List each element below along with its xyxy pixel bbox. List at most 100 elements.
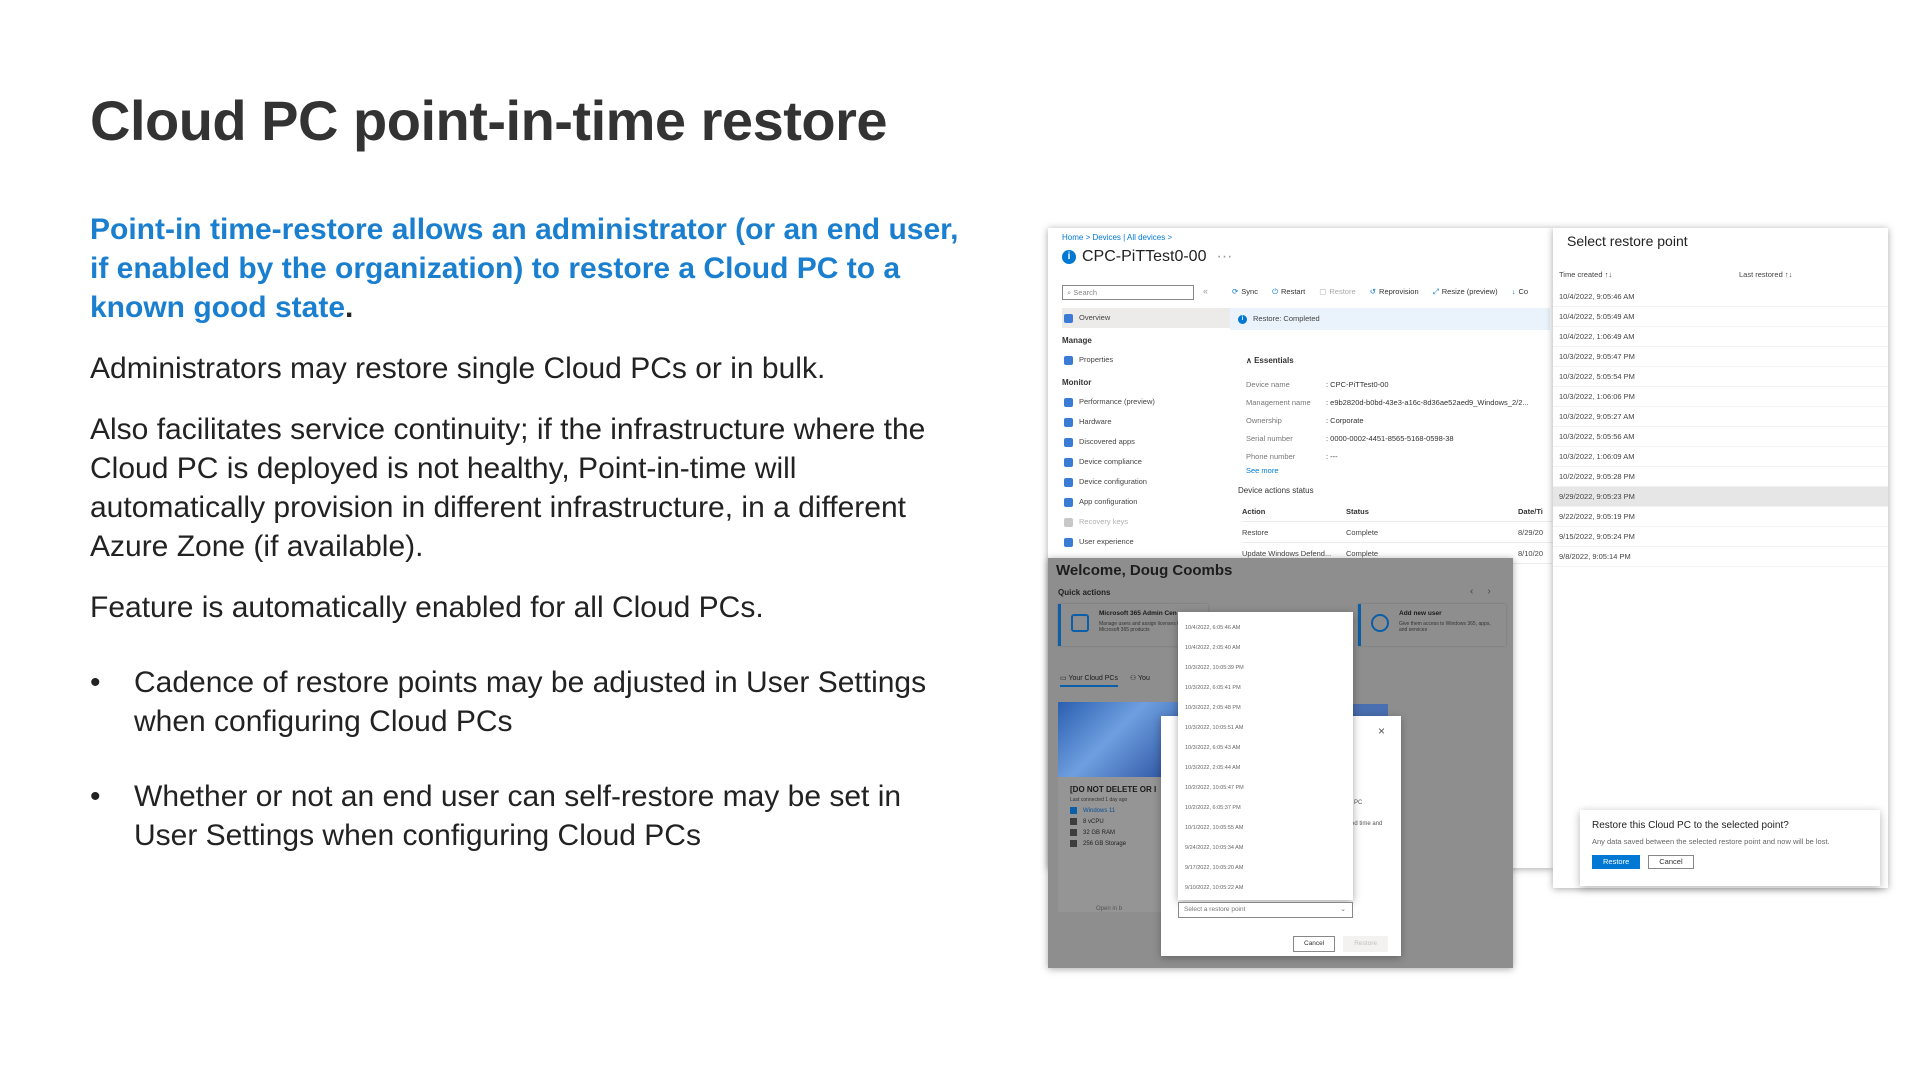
confirm-restore-button[interactable]: Restore (1592, 855, 1641, 869)
nav-item-device-configuration[interactable]: Device configuration (1062, 472, 1234, 492)
tab-your-cloud-pcs[interactable]: ▭ Your Cloud PCs (1060, 674, 1118, 687)
open-in-browser-button[interactable]: Open in b (1096, 906, 1122, 912)
nav-item-overview[interactable]: Overview (1062, 308, 1234, 328)
portal-tabs: ▭ Your Cloud PCs ⚇ You (1060, 674, 1160, 687)
info-icon: i (1062, 249, 1076, 264)
sync-button[interactable]: ⟳ Sync (1232, 287, 1258, 296)
nav-item-app-configuration[interactable]: App configuration (1062, 492, 1234, 512)
dropdown-option[interactable]: 10/4/2022, 2:05:40 AM (1178, 638, 1353, 658)
field-value: : Corporate (1326, 416, 1364, 425)
reprovision-button[interactable]: ↺ Reprovision (1370, 287, 1419, 296)
column-header: Status (1346, 507, 1369, 516)
people-icon: ⚇ (1129, 675, 1139, 682)
blade-title: Select restore point (1567, 233, 1688, 249)
restore-point-row[interactable]: 10/3/2022, 9:05:27 AM (1553, 407, 1888, 427)
field-label: Phone number (1246, 452, 1296, 461)
restore-point-row[interactable]: 10/2/2022, 9:05:28 PM (1553, 467, 1888, 487)
bullet-item: Cadence of restore points may be adjuste… (90, 663, 970, 741)
ram-icon (1070, 829, 1077, 837)
field-value: : 0000-0002-4451-8565-5168-0598-38 (1326, 434, 1454, 443)
hardware-icon (1064, 417, 1073, 427)
info-icon: i (1238, 314, 1247, 324)
field-label: Device name (1246, 380, 1290, 389)
see-more-link[interactable]: See more (1246, 466, 1279, 475)
lead-text: Point-in time-restore allows an administ… (90, 213, 959, 324)
restore-point-row[interactable]: 10/3/2022, 1:06:09 AM (1553, 447, 1888, 467)
restart-button[interactable]: ⏻ Restart (1272, 287, 1305, 296)
dropdown-option[interactable]: 10/3/2022, 6:05:43 AM (1178, 738, 1353, 758)
device-actions-table: Action Status Date/Ti Restore Complete 8/29/… (1242, 501, 1552, 564)
dropdown-option[interactable]: 10/3/2022, 10:05:51 AM (1178, 718, 1353, 738)
restore-button: Restore (1343, 936, 1388, 952)
more-commands-button[interactable]: ↓ Co (1512, 287, 1528, 296)
restore-point-row[interactable]: 10/3/2022, 1:06:06 PM (1553, 387, 1888, 407)
nav-item-user-experience[interactable]: User experience (1062, 532, 1234, 552)
more-options-icon[interactable]: ··· (1216, 248, 1232, 265)
status-banner: i Restore: Completed (1230, 308, 1550, 330)
restore-point-row[interactable]: 9/8/2022, 9:05:14 PM (1553, 547, 1888, 567)
paragraph-continuity: Also facilitates service continuity; if … (90, 413, 926, 563)
user-experience-icon (1064, 537, 1073, 547)
essentials-row: Ownership: Corporate (1246, 412, 1556, 430)
dropdown-option[interactable]: 10/2/2022, 6:05:37 PM (1178, 798, 1353, 818)
quick-action-add-user[interactable]: Add new user Give them access to Windows… (1358, 604, 1506, 646)
restore-point-row[interactable]: 10/4/2022, 5:05:49 AM (1553, 307, 1888, 327)
nav-label: Overview (1079, 313, 1111, 322)
dropdown-option[interactable]: 10/3/2022, 10:05:39 PM (1178, 658, 1353, 678)
essentials-list: Device name: CPC-PiTTest0-00 Management … (1246, 376, 1556, 466)
button-label: Co (1518, 287, 1529, 296)
dropdown-option[interactable]: 9/24/2022, 10:05:34 AM (1178, 838, 1353, 858)
nav-item-properties[interactable]: Properties (1062, 350, 1234, 370)
restart-icon: ⏻ (1272, 287, 1279, 296)
nav-label: Device compliance (1079, 457, 1142, 466)
essentials-label: Essentials (1254, 356, 1294, 365)
confirm-cancel-button[interactable]: Cancel (1648, 855, 1694, 869)
windows-wallpaper-thumbnail (1058, 702, 1178, 777)
restore-point-row[interactable]: 9/22/2022, 9:05:19 PM (1553, 507, 1888, 527)
collapse-icon[interactable]: « (1203, 286, 1208, 296)
dropdown-option[interactable]: 9/10/2022, 10:05:22 AM (1178, 878, 1353, 898)
dropdown-option[interactable]: 10/2/2022, 10:05:47 PM (1178, 778, 1353, 798)
dropdown-option[interactable]: 10/4/2022, 6:05:46 AM (1178, 618, 1353, 638)
restore-point-row[interactable]: 10/3/2022, 5:05:56 AM (1553, 427, 1888, 447)
restore-point-row[interactable]: 10/4/2022, 1:06:49 AM (1553, 327, 1888, 347)
dropdown-option[interactable]: 9/17/2022, 10:05:20 AM (1178, 858, 1353, 878)
nav-item-performance[interactable]: Performance (preview) (1062, 392, 1234, 412)
search-input[interactable]: ⌕ Search (1062, 285, 1194, 300)
essentials-toggle[interactable]: ∧ Essentials (1246, 356, 1294, 365)
close-icon[interactable]: × (1378, 724, 1385, 738)
nav-label: Recovery keys (1079, 517, 1129, 526)
nav-item-hardware[interactable]: Hardware (1062, 412, 1234, 432)
dialog-text-fragment: ed time and (1351, 821, 1383, 827)
restore-point-row[interactable]: 10/4/2022, 9:05:46 AM (1553, 287, 1888, 307)
button-label: Reprovision (1379, 287, 1419, 296)
restore-point-select[interactable]: Select a restore point ⌄ (1178, 902, 1353, 918)
nav-item-discovered-apps[interactable]: Discovered apps (1062, 432, 1234, 452)
lead-period: . (345, 291, 354, 324)
dropdown-option[interactable]: 10/3/2022, 6:05:41 PM (1178, 678, 1353, 698)
column-header: Action (1242, 507, 1266, 516)
cloud-pc-card[interactable]: [DO NOT DELETE OR I Last connected 1 day… (1058, 702, 1178, 912)
bullet-item: Whether or not an end user can self-rest… (90, 777, 970, 855)
dropdown-option[interactable]: 10/1/2022, 10:05:55 AM (1178, 818, 1353, 838)
restore-point-blade: Select restore point Time created ↑↓ Last… (1553, 228, 1888, 888)
chevron-left-icon[interactable]: ‹ (1470, 586, 1487, 597)
dropdown-option[interactable]: 10/3/2022, 2:05:48 PM (1178, 698, 1353, 718)
table-header: Action Status Date/Ti (1242, 501, 1552, 522)
breadcrumb[interactable]: Home > Devices | All devices > (1062, 233, 1172, 242)
tab-second[interactable]: ⚇ You (1130, 674, 1150, 685)
restore-point-row[interactable]: 9/15/2022, 9:05:24 PM (1553, 527, 1888, 547)
dropdown-option[interactable]: 10/3/2022, 2:05:44 AM (1178, 758, 1353, 778)
cancel-button[interactable]: Cancel (1293, 936, 1336, 952)
resize-button[interactable]: ⤢ Resize (preview) (1433, 287, 1498, 296)
restore-point-row[interactable]: 9/29/2022, 9:05:23 PM (1553, 487, 1888, 507)
dialog-buttons: Cancel Restore (1293, 936, 1396, 952)
restore-point-row[interactable]: 10/3/2022, 5:05:54 PM (1553, 367, 1888, 387)
nav-item-device-compliance[interactable]: Device compliance (1062, 452, 1234, 472)
configuration-icon (1064, 477, 1073, 487)
table-row[interactable]: Restore Complete 8/29/20 (1242, 522, 1552, 543)
chevron-right-icon[interactable]: › (1487, 586, 1504, 597)
column-time-created[interactable]: Time created ↑↓ (1559, 270, 1739, 279)
column-last-restored[interactable]: Last restored ↑↓ (1739, 270, 1792, 279)
restore-point-row[interactable]: 10/3/2022, 9:05:47 PM (1553, 347, 1888, 367)
